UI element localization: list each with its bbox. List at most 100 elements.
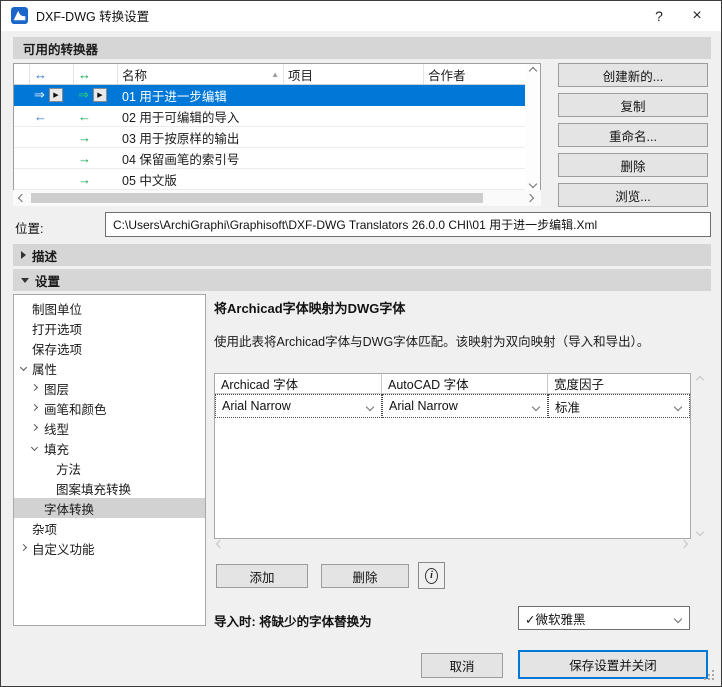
tree-item-open-options[interactable]: 打开选项 — [14, 318, 205, 338]
play-icon: ▶ — [97, 91, 103, 99]
add-font-mapping-button[interactable]: 添加 — [216, 564, 308, 588]
settings-section-label: 设置 — [35, 274, 61, 289]
tree-item-hatch-conversion[interactable]: 图案填充转换 — [14, 478, 205, 498]
open-blue-translator-button[interactable]: ▶ — [48, 88, 63, 102]
expander-open-icon[interactable] — [30, 443, 39, 452]
tree-item-line-types[interactable]: 线型 — [14, 418, 205, 438]
delete-translator-button[interactable]: 删除 — [558, 153, 708, 177]
tree-item-label: 杂项 — [32, 522, 58, 537]
translator-row[interactable]: ← ← 02 用于可编辑的导入 — [14, 106, 540, 127]
expander-closed-icon[interactable] — [19, 543, 28, 552]
available-translators-label: 可用的转换器 — [23, 42, 99, 57]
font-mapping-row: Arial Narrow Arial Narrow 标准 — [215, 394, 690, 418]
autocad-font-select[interactable]: Arial Narrow — [382, 394, 548, 418]
width-factor-column-header: 宽度因子 — [548, 374, 690, 394]
import-export-green-arrow-icon: ⇒ — [78, 87, 89, 102]
help-button[interactable]: ? — [639, 1, 679, 31]
tree-item-layers[interactable]: 图层 — [14, 378, 205, 398]
title-bar: DXF-DWG 转换设置 ? × — [1, 1, 721, 31]
browse-button[interactable]: 浏览... — [558, 183, 708, 207]
translator-row-selected[interactable]: ⇒ ▶ ⇒ ▶ 01 用于进一步编辑 — [14, 85, 540, 106]
tree-item-fills[interactable]: 填充 — [14, 438, 205, 458]
info-button[interactable]: i — [418, 562, 445, 589]
translator-vscrollbar[interactable] — [525, 64, 540, 191]
scroll-up-icon[interactable] — [695, 375, 705, 385]
delete-font-mapping-button[interactable]: 删除 — [321, 564, 409, 588]
import-blue-arrow-icon: ← — [34, 108, 47, 124]
translator-hscrollbar[interactable] — [13, 190, 541, 206]
tree-item-pens-colors[interactable]: 画笔和颜色 — [14, 398, 205, 418]
scroll-down-icon[interactable] — [695, 527, 705, 537]
resize-grip[interactable] — [702, 668, 714, 680]
tree-item-label: 字体转换 — [44, 502, 95, 517]
expander-closed-icon[interactable] — [30, 383, 39, 392]
duplicate-button[interactable]: 复制 — [558, 93, 708, 117]
archicad-logo-icon — [11, 7, 28, 24]
tree-item-custom-functions[interactable]: 自定义功能 — [14, 538, 205, 558]
settings-section-header[interactable]: 设置 — [13, 269, 711, 291]
chevron-down-icon — [531, 402, 541, 412]
scroll-left-icon[interactable] — [17, 193, 27, 203]
create-new-button[interactable]: 创建新的... — [558, 63, 708, 87]
column-header-collaborator[interactable]: 合作者 — [424, 64, 540, 84]
font-table-vscrollbar[interactable] — [693, 373, 707, 539]
expander-open-icon[interactable] — [19, 363, 28, 372]
expander-closed-icon[interactable] — [30, 403, 39, 412]
project-column-label: 项目 — [288, 68, 314, 83]
scroll-right-icon[interactable] — [525, 193, 535, 203]
chevron-down-icon — [673, 614, 683, 624]
tree-item-font-conversion[interactable]: 字体转换 — [14, 498, 205, 518]
chevron-down-icon — [673, 402, 683, 412]
translator-row[interactable]: → 05 中文版 — [14, 169, 540, 190]
tree-item-label: 属性 — [32, 362, 58, 377]
close-icon[interactable]: × — [677, 1, 717, 31]
autocad-font-column-header: AutoCAD 字体 — [382, 374, 548, 394]
scroll-up-icon[interactable] — [528, 66, 537, 76]
location-path-field[interactable]: C:\Users\ArchiGraphi\Graphisoft\DXF-DWG … — [105, 212, 711, 237]
description-section-label: 描述 — [32, 249, 58, 264]
width-factor-value: 标准 — [555, 400, 581, 415]
tree-item-miscellaneous[interactable]: 杂项 — [14, 518, 205, 538]
translator-name: 04 保留画笔的索引号 — [122, 152, 240, 167]
hscrollbar-thumb[interactable] — [31, 193, 483, 203]
rename-button[interactable]: 重命名... — [558, 123, 708, 147]
tree-item-label: 保存选项 — [32, 342, 83, 357]
description-section-header[interactable]: 描述 — [13, 244, 711, 266]
archicad-font-column-header: Archicad 字体 — [215, 374, 382, 394]
tree-item-label: 图层 — [44, 382, 70, 397]
tree-item-methods[interactable]: 方法 — [14, 458, 205, 478]
translator-table: ↔ ↔ 名称 ▲ 项目 合作者 ⇒ ▶ ⇒ ▶ 01 用于进一步编辑 ← ← 0… — [13, 63, 541, 191]
dxf-dwg-settings-dialog: DXF-DWG 转换设置 ? × 可用的转换器 ↔ ↔ 名称 ▲ 项目 合作者 — [0, 0, 722, 687]
tree-item-attributes[interactable]: 属性 — [14, 358, 205, 378]
width-factor-select[interactable]: 标准 — [548, 394, 690, 418]
expander-closed-icon[interactable] — [30, 423, 39, 432]
missing-font-select[interactable]: ✓微软雅黑 — [518, 606, 690, 630]
translator-row[interactable]: → 04 保留画笔的索引号 — [14, 148, 540, 169]
scroll-right-icon[interactable] — [679, 539, 689, 549]
translator-row[interactable]: → 03 用于按原样的输出 — [14, 127, 540, 148]
collapsed-triangle-icon — [21, 251, 26, 259]
tree-item-save-options[interactable]: 保存选项 — [14, 338, 205, 358]
header-spacer — [14, 64, 30, 84]
save-and-close-button[interactable]: 保存设置并关闭 — [518, 650, 708, 679]
info-icon: i — [425, 567, 438, 584]
import-export-blue-arrow-icon: ⇒ — [34, 87, 45, 102]
scroll-left-icon[interactable] — [215, 539, 225, 549]
column-header-project[interactable]: 项目 — [284, 64, 424, 84]
scroll-down-icon[interactable] — [528, 179, 537, 189]
column-header-name[interactable]: 名称 ▲ — [118, 64, 284, 84]
cancel-button[interactable]: 取消 — [421, 653, 503, 678]
translator-name: 02 用于可编辑的导入 — [122, 110, 240, 125]
tree-item-drawing-units[interactable]: 制图单位 — [14, 298, 205, 318]
font-table-header: Archicad 字体 AutoCAD 字体 宽度因子 — [215, 374, 690, 394]
export-green-arrow-icon: → — [78, 171, 91, 187]
bidirectional-green-icon[interactable]: ↔ — [74, 64, 118, 84]
archicad-font-select[interactable]: Arial Narrow — [215, 394, 382, 418]
translator-name: 05 中文版 — [122, 173, 177, 188]
font-mapping-title: 将Archicad字体映射为DWG字体 — [214, 301, 406, 316]
sort-ascending-icon: ▲ — [271, 69, 279, 79]
tree-item-label: 图案填充转换 — [56, 482, 132, 497]
bidirectional-blue-icon[interactable]: ↔ — [30, 64, 74, 84]
import-green-arrow-icon: ← — [78, 108, 91, 124]
open-green-translator-button[interactable]: ▶ — [92, 88, 107, 102]
